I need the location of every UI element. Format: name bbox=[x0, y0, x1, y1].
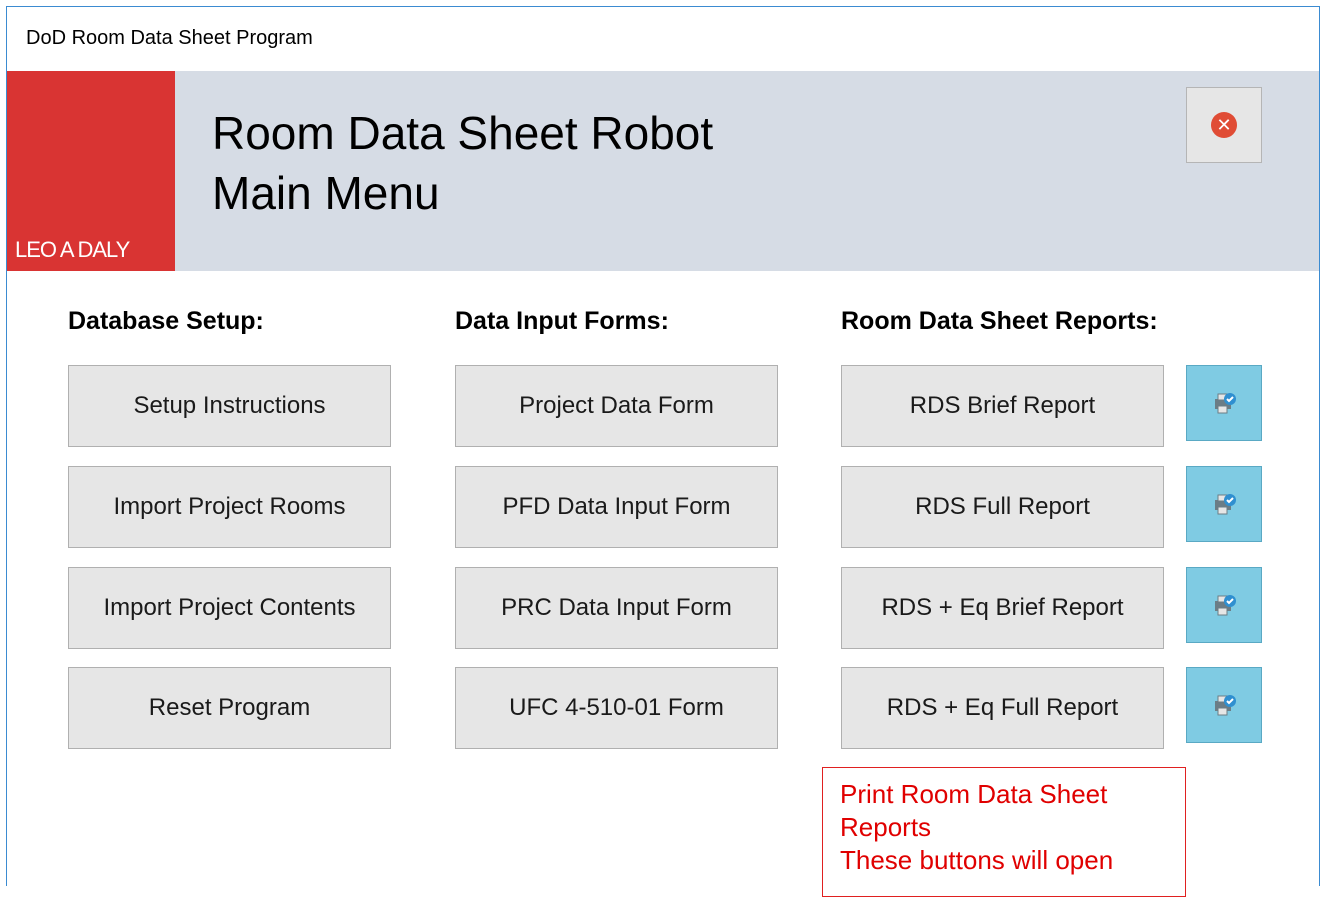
print-icon bbox=[1215, 393, 1236, 414]
rds-eq-full-report-button[interactable]: RDS + Eq Full Report bbox=[841, 667, 1164, 749]
close-icon: ✕ bbox=[1211, 112, 1237, 138]
pfd-data-input-form-button[interactable]: PFD Data Input Form bbox=[455, 466, 778, 548]
page-title: Room Data Sheet Robot Main Menu bbox=[212, 103, 713, 223]
print-icon bbox=[1215, 695, 1236, 716]
print-icon bbox=[1215, 595, 1236, 616]
title-bar: DoD Room Data Sheet Program bbox=[7, 7, 1319, 71]
data-input-forms-header: Data Input Forms: bbox=[455, 307, 669, 335]
note-line2: Reports bbox=[840, 812, 932, 842]
print-rds-brief-button[interactable] bbox=[1186, 365, 1262, 441]
import-project-contents-button[interactable]: Import Project Contents bbox=[68, 567, 391, 649]
close-button[interactable]: ✕ bbox=[1186, 87, 1262, 163]
print-icon bbox=[1215, 494, 1236, 515]
print-rds-eq-brief-button[interactable] bbox=[1186, 567, 1262, 643]
note-line3: These buttons will open bbox=[840, 845, 1114, 875]
print-rds-full-button[interactable] bbox=[1186, 466, 1262, 542]
print-rds-eq-full-button[interactable] bbox=[1186, 667, 1262, 743]
import-project-rooms-button[interactable]: Import Project Rooms bbox=[68, 466, 391, 548]
print-reports-note: Print Room Data Sheet Reports These butt… bbox=[822, 767, 1186, 897]
note-line1: Print Room Data Sheet bbox=[840, 779, 1108, 809]
window-title: DoD Room Data Sheet Program bbox=[26, 27, 313, 49]
project-data-form-button[interactable]: Project Data Form bbox=[455, 365, 778, 447]
page-title-line2: Main Menu bbox=[212, 167, 440, 219]
reports-header: Room Data Sheet Reports: bbox=[841, 307, 1158, 335]
rds-full-report-button[interactable]: RDS Full Report bbox=[841, 466, 1164, 548]
app-window: DoD Room Data Sheet Program LEO A DALY R… bbox=[6, 6, 1320, 897]
page-title-line1: Room Data Sheet Robot bbox=[212, 107, 714, 159]
rds-brief-report-button[interactable]: RDS Brief Report bbox=[841, 365, 1164, 447]
logo-text: LEO A DALY bbox=[15, 237, 130, 262]
database-setup-header: Database Setup: bbox=[68, 307, 264, 335]
header-banner: LEO A DALY Room Data Sheet Robot Main Me… bbox=[7, 71, 1319, 271]
ufc-form-button[interactable]: UFC 4-510-01 Form bbox=[455, 667, 778, 749]
rds-eq-brief-report-button[interactable]: RDS + Eq Brief Report bbox=[841, 567, 1164, 649]
prc-data-input-form-button[interactable]: PRC Data Input Form bbox=[455, 567, 778, 649]
setup-instructions-button[interactable]: Setup Instructions bbox=[68, 365, 391, 447]
reset-program-button[interactable]: Reset Program bbox=[68, 667, 391, 749]
company-logo: LEO A DALY bbox=[7, 71, 175, 271]
